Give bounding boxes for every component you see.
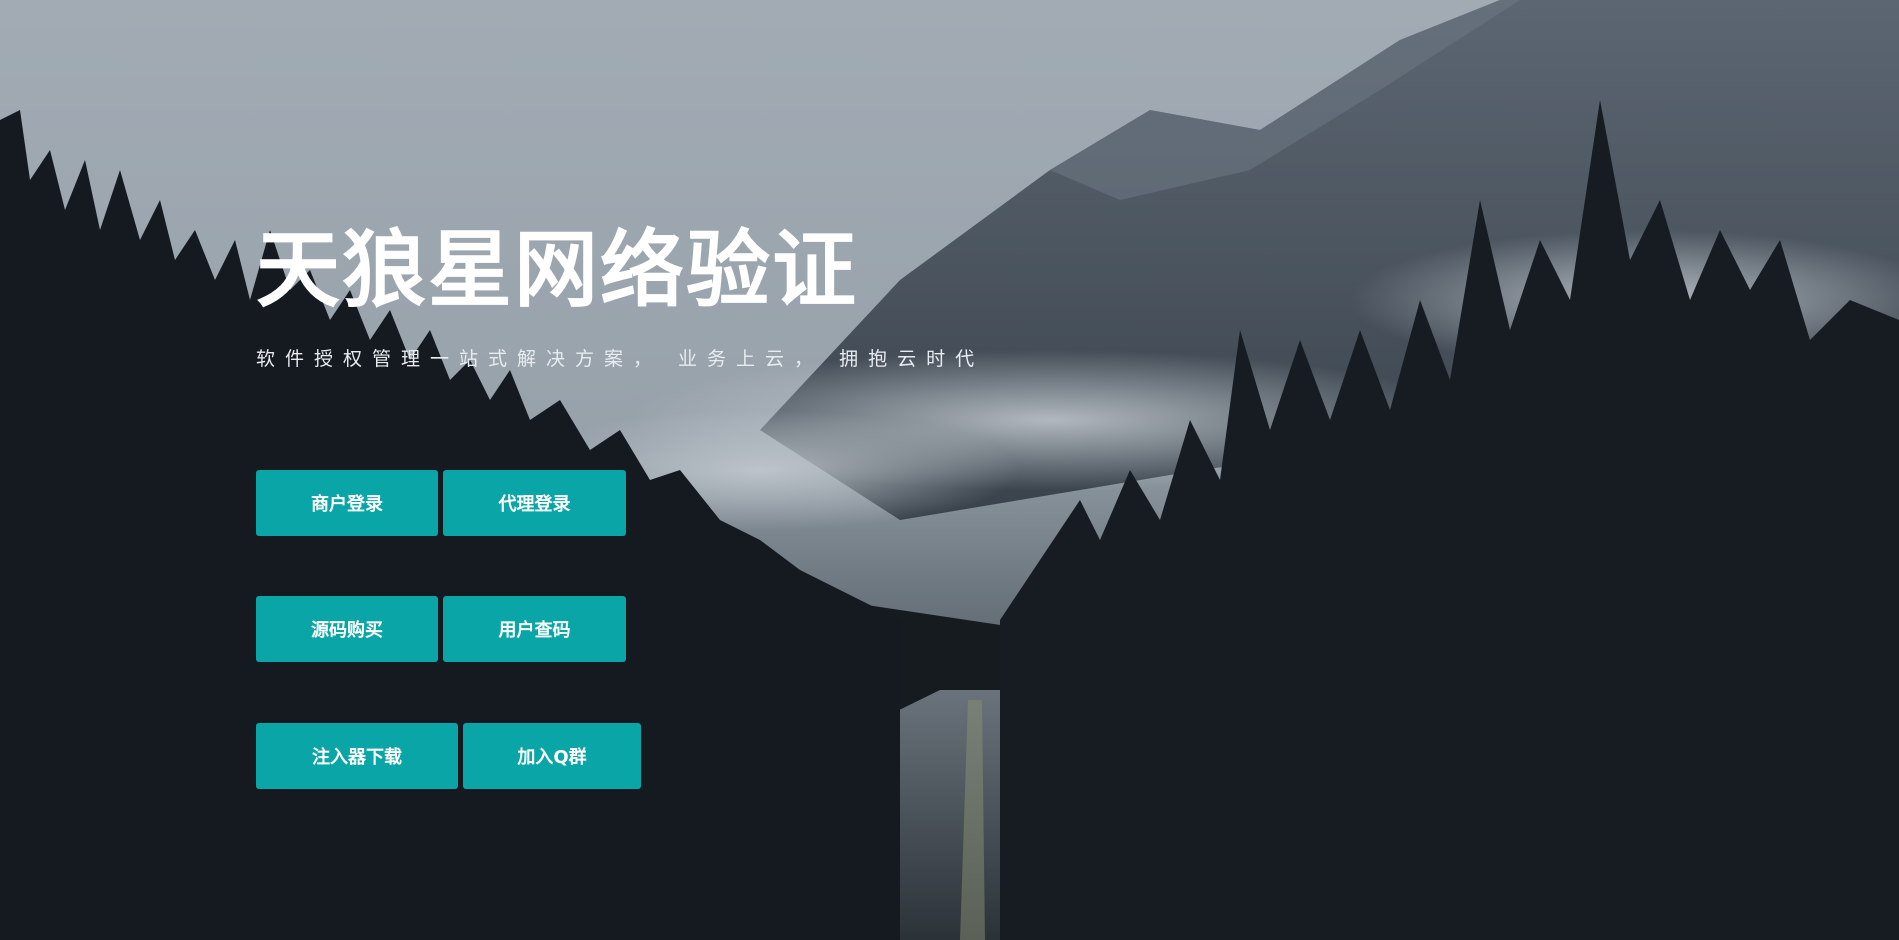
injector-download-button[interactable]: 注入器下载	[256, 723, 458, 789]
landing-page: 天狼星网络验证 软件授权管理一站式解决方案， 业务上云， 拥抱云时代 商户登录 …	[0, 0, 1899, 940]
merchant-login-button[interactable]: 商户登录	[256, 470, 438, 536]
page-title: 天狼星网络验证	[256, 221, 859, 319]
source-purchase-button[interactable]: 源码购买	[256, 596, 438, 662]
hero-section: 天狼星网络验证 软件授权管理一站式解决方案， 业务上云， 拥抱云时代	[256, 220, 984, 371]
page-subtitle: 软件授权管理一站式解决方案， 业务上云， 拥抱云时代	[256, 348, 985, 370]
join-qq-group-button[interactable]: 加入Q群	[463, 723, 641, 789]
user-query-button[interactable]: 用户查码	[443, 596, 626, 662]
agent-login-button[interactable]: 代理登录	[443, 470, 626, 536]
